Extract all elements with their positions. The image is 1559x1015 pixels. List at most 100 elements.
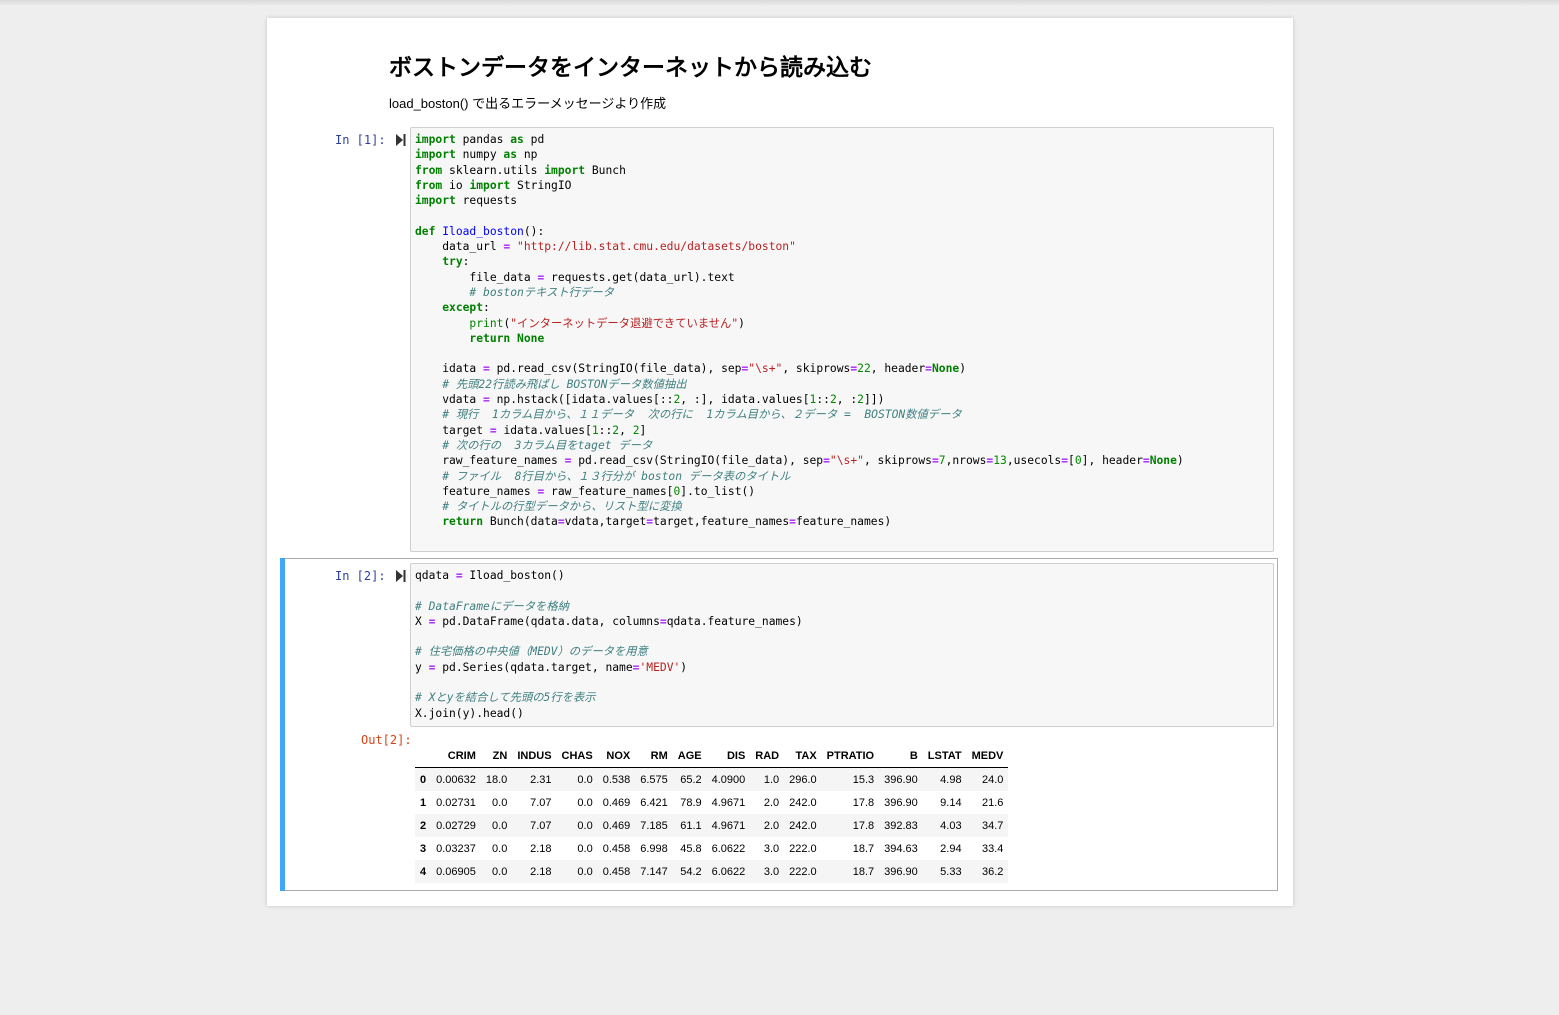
- code-line: target = idata.values[1::2, 2]: [415, 423, 647, 437]
- table-cell: 24.0: [981, 773, 1004, 786]
- code-line: data_url = "http://lib.stat.cmu.edu/data…: [415, 240, 796, 254]
- table-cell: 0.458: [602, 865, 631, 878]
- cell1-code: import pandas as pd import numpy as np f…: [411, 128, 1273, 534]
- table-cell: 2.31: [530, 773, 552, 786]
- table-cell: 17.8: [852, 796, 875, 809]
- table-cell: 2.0: [763, 819, 780, 832]
- row-index: 1: [420, 796, 427, 809]
- table-row: 2 0.02729 0.0 7.07 0.0 0.469 7.185 61.1 4.9671 2.…: [415, 814, 1009, 837]
- table-cell: 0.0: [492, 796, 508, 809]
- table-cell: 0.03237: [436, 842, 476, 855]
- table-cell: 0.0: [577, 773, 593, 786]
- table-cell: 0.0: [577, 842, 593, 855]
- table-cell: 0.0: [492, 865, 508, 878]
- table-cell: 7.07: [530, 819, 552, 832]
- table-cell: 7.147: [640, 865, 668, 878]
- table-cell: 61.1: [680, 819, 702, 832]
- table-row: 0 0.00632 18.0 2.31 0.0 0.538 6.575 65.2 4.0900 1…: [415, 767, 1009, 791]
- table-cell: 18.0: [485, 773, 508, 786]
- code-line: # bostonテキスト行データ: [469, 285, 614, 299]
- row-index: 3: [420, 842, 427, 855]
- run-cell-icon[interactable]: [396, 570, 406, 582]
- code-line: # タイトルの行型データから、リスト型に変換: [442, 500, 682, 514]
- code-line: try:: [442, 255, 470, 269]
- column-header: [415, 745, 432, 768]
- column-header: INDUS: [512, 745, 557, 768]
- table-cell: 3.0: [763, 865, 780, 878]
- table-cell: 2.18: [530, 842, 552, 855]
- column-header: TAX: [784, 745, 822, 768]
- column-header: CHAS: [556, 745, 598, 768]
- column-header: AGE: [672, 745, 707, 768]
- table-cell: 0.02729: [436, 819, 476, 832]
- table-row: 1 0.02731 0.0 7.07 0.0 0.469 6.421 78.9 4.9671 2.…: [415, 791, 1008, 814]
- table-cell: 0.0: [577, 796, 593, 809]
- table-cell: 18.7: [852, 865, 875, 878]
- column-header: DIS: [706, 745, 751, 768]
- window-top-shade: [0, 0, 1559, 6]
- column-header: RAD: [750, 745, 785, 768]
- code-line: import numpy as np: [415, 148, 538, 162]
- table-row: 4 0.06905 0.0 2.18 0.0 0.458 7.147 54.2 6.0622 3.…: [415, 860, 1009, 883]
- markdown-title: ボストンデータをインターネットから読み込む: [389, 55, 872, 81]
- run-cell-icon[interactable]: [396, 134, 406, 146]
- table-header-row: CRIM ZN INDUS CHAS NOX RM AGE DIS RAD TA…: [415, 745, 1009, 768]
- table-cell: 0.469: [602, 796, 631, 809]
- table-cell: 394.63: [884, 842, 918, 855]
- table-cell: 296.0: [789, 773, 817, 786]
- markdown-subtitle: load_boston() で出るエラーメッセージより作成: [389, 96, 667, 111]
- table-cell: 222.0: [789, 865, 817, 878]
- code-line: idata = pd.read_csv(StringIO(file_data),…: [415, 362, 967, 376]
- table-cell: 33.4: [981, 842, 1004, 855]
- table-cell: 242.0: [789, 819, 817, 832]
- table-cell: 6.998: [640, 842, 668, 855]
- code-line: from io import StringIO: [415, 178, 572, 192]
- table-cell: 18.7: [852, 842, 875, 855]
- table-cell: 6.575: [640, 773, 668, 786]
- table-body: 0 0.00632 18.0 2.31 0.0 0.538 6.575 65.2 4.0900 1…: [415, 767, 1009, 883]
- code-line: # 現行 1カラム目から、１１データ 次の行に 1カラム目から、２データ = B…: [442, 408, 962, 422]
- table-cell: 222.0: [789, 842, 817, 855]
- notebook-page: ボストンデータをインターネットから読み込む load_boston() で出るエ…: [267, 18, 1293, 906]
- table-cell: 5.33: [940, 865, 962, 878]
- table-cell: 65.2: [680, 773, 702, 786]
- code-line: raw_feature_names = pd.read_csv(StringIO…: [415, 454, 1184, 468]
- row-index: 0: [420, 773, 427, 786]
- table-cell: 6.0622: [711, 865, 746, 878]
- table-cell: 396.90: [884, 773, 918, 786]
- code-line: y = pd.Series(qdata.target, name='MEDV'): [415, 660, 688, 674]
- code-line: return Bunch(data=vdata,target=target,fe…: [442, 515, 892, 529]
- cell2-code-editor[interactable]: qdata = Iload_boston() # DataFrameにデータを格…: [410, 563, 1274, 727]
- table-cell: 0.02731: [436, 796, 476, 809]
- table-cell: 2.0: [763, 796, 780, 809]
- column-header: NOX: [597, 745, 636, 768]
- table-cell: 9.14: [940, 796, 962, 809]
- table-cell: 78.9: [680, 796, 702, 809]
- table-cell: 4.9671: [711, 796, 746, 809]
- code-line: except:: [442, 301, 490, 315]
- code-line: import pandas as pd: [415, 133, 545, 146]
- selected-cell-indicator: [280, 558, 285, 891]
- table-cell: 0.06905: [436, 865, 476, 878]
- code-line: # ファイル 8行目から、１３行分が boston データ表のタイトル: [442, 469, 791, 483]
- column-header: LSTAT: [922, 745, 967, 768]
- table-row: 3 0.03237 0.0 2.18 0.0 0.458 6.998 45.8 6.0622 3.…: [415, 837, 1008, 860]
- code-line: feature_names = raw_feature_names[0].to_…: [415, 484, 756, 498]
- table-cell: 6.421: [640, 796, 668, 809]
- table-cell: 34.7: [981, 819, 1004, 832]
- table-cell: 1.0: [763, 773, 780, 786]
- column-header: ZN: [480, 745, 513, 768]
- code-line: print("インターネットデータ退避できていません"): [469, 316, 745, 330]
- table-cell: 45.8: [680, 842, 702, 855]
- table-cell: 54.2: [680, 865, 702, 878]
- code-line: qdata = Iload_boston(): [415, 569, 565, 582]
- table-cell: 2.94: [940, 842, 962, 855]
- column-header: CRIM: [431, 745, 481, 768]
- column-header: RM: [635, 745, 673, 768]
- code-line: vdata = np.hstack([idata.values[::2, :],…: [415, 393, 885, 407]
- code-line: return None: [469, 331, 545, 345]
- code-line: X.join(y).head(): [415, 706, 524, 720]
- cell2-code: qdata = Iload_boston() # DataFrameにデータを格…: [411, 564, 1273, 725]
- cell2-out-prompt: Out[2]:: [361, 733, 412, 747]
- cell1-code-editor[interactable]: import pandas as pd import numpy as np f…: [410, 127, 1274, 552]
